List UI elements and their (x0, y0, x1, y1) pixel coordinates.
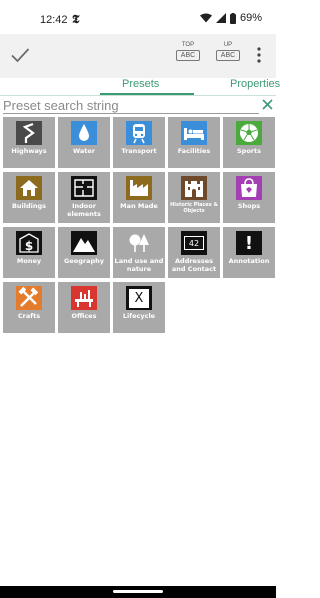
preset-label: Water (72, 147, 96, 155)
move-top-abc-icon: ABC (176, 50, 200, 61)
preset-search (3, 97, 274, 114)
bed-icon (181, 121, 207, 145)
tab-bar: Presets Properties (0, 78, 280, 96)
preset-label: Buildings (11, 202, 47, 210)
floorplan-icon (71, 176, 97, 200)
tab-properties[interactable]: Properties (230, 78, 280, 94)
move-up-abc-icon: ABC (216, 50, 240, 61)
preset-label: Transport (121, 147, 157, 155)
preset-money[interactable]: $ Money (3, 227, 55, 278)
preset-addresses[interactable]: 42 Addresses and Contact (168, 227, 220, 278)
move-top-button[interactable]: TOP ABC (176, 42, 200, 64)
factory-icon (126, 176, 152, 200)
preset-label: Addresses and Contact (171, 257, 217, 273)
move-up-label: UP (223, 42, 233, 48)
preset-shops[interactable]: Shops (223, 172, 275, 223)
hammer-icon (16, 286, 42, 310)
preset-land-use[interactable]: Land use and nature (113, 227, 165, 278)
move-up-button[interactable]: UP ABC (216, 42, 240, 64)
wifi-icon (199, 13, 212, 23)
preset-geography[interactable]: Geography (58, 227, 110, 278)
preset-offices[interactable]: Offices (58, 282, 110, 333)
action-toolbar: TOP ABC UP ABC (0, 34, 276, 78)
office-chart-icon (71, 286, 97, 310)
preset-label: Money (16, 257, 42, 265)
signal-icon (215, 13, 226, 23)
preset-man-made[interactable]: Man Made (113, 172, 165, 223)
preset-label: Sports (237, 147, 261, 155)
confirm-check-icon[interactable] (9, 44, 31, 66)
preset-label: Indoor elements (67, 202, 101, 218)
preset-lifecycle[interactable]: X Lifecycle (113, 282, 165, 333)
preset-indoor-elements[interactable]: Indoor elements (58, 172, 110, 223)
tab-divider (0, 95, 276, 96)
preset-label: Offices (71, 312, 97, 320)
preset-label: Facilities (177, 147, 211, 155)
preset-transport[interactable]: Transport (113, 117, 165, 168)
train-icon (126, 121, 152, 145)
preset-search-input[interactable] (3, 97, 255, 113)
preset-label: Crafts (17, 312, 41, 320)
soccer-ball-icon (236, 121, 262, 145)
battery-icon (229, 12, 236, 24)
highway-icon (16, 121, 42, 145)
preset-label: Shops (237, 202, 261, 210)
status-icons: 69% (199, 12, 262, 24)
preset-label: Geography (64, 257, 104, 265)
svg-text:$: $ (25, 239, 33, 253)
overflow-menu-icon[interactable] (254, 45, 264, 65)
lifecycle-x-text: X (134, 290, 144, 306)
mountain-icon (71, 231, 97, 255)
preset-label: Land use and nature (114, 257, 164, 273)
system-navigation-bar (0, 586, 276, 598)
preset-label: Lifecycle (122, 312, 156, 320)
exclamation-icon: ! (236, 231, 262, 255)
preset-annotation[interactable]: ! Annotation (223, 227, 275, 278)
preset-sports[interactable]: Sports (223, 117, 275, 168)
battery-percentage: 69% (239, 12, 262, 24)
preset-label: Annotation (228, 257, 270, 265)
status-bar: 12:42 𝕿 69% (0, 0, 276, 34)
house-icon (16, 176, 42, 200)
preset-label: Man Made (120, 202, 158, 210)
shopping-bag-icon (236, 176, 262, 200)
address-number-icon: 42 (181, 231, 207, 255)
clear-search-icon[interactable] (262, 99, 273, 110)
preset-label: Historic Places & Objects (170, 202, 218, 214)
water-drop-icon (71, 121, 97, 145)
preset-crafts[interactable]: Crafts (3, 282, 55, 333)
address-number-text: 42 (188, 238, 200, 248)
trees-icon (129, 234, 149, 252)
preset-highways[interactable]: Highways (3, 117, 55, 168)
dollar-icon: $ (16, 231, 42, 255)
search-underline (3, 113, 259, 114)
preset-historic[interactable]: Historic Places & Objects (168, 172, 220, 223)
move-top-label: TOP (181, 42, 195, 48)
preset-buildings[interactable]: Buildings (3, 172, 55, 223)
nyt-notification-icon: 𝕿 (72, 12, 80, 26)
home-gesture-handle[interactable] (113, 590, 163, 593)
tab-presets[interactable]: Presets (122, 78, 159, 94)
preset-label: Highways (11, 147, 47, 155)
castle-icon (181, 176, 207, 200)
exclamation-text: ! (244, 232, 254, 254)
status-time: 12:42 (40, 14, 68, 26)
lifecycle-x-icon: X (126, 286, 152, 310)
preset-water[interactable]: Water (58, 117, 110, 168)
preset-grid: Highways Water Transport Facilities Spor… (3, 117, 276, 333)
preset-facilities[interactable]: Facilities (168, 117, 220, 168)
